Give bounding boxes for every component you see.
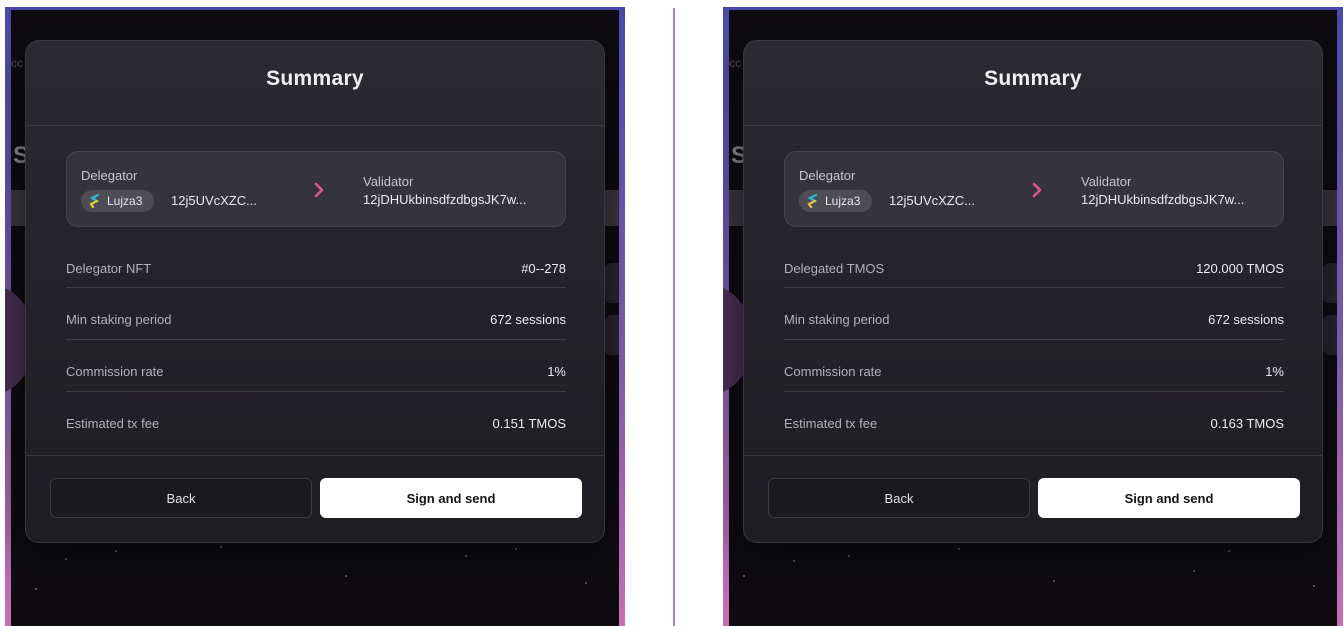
star: [793, 560, 795, 562]
modal-header-divider: [744, 125, 1322, 126]
background-side-tab: [1323, 315, 1337, 355]
modal-title: Summary: [984, 67, 1082, 90]
validator-label: Validator: [363, 174, 414, 189]
star: [515, 548, 517, 550]
back-button[interactable]: Back: [768, 478, 1030, 518]
row-divider: [66, 391, 566, 392]
summary-row: Delegated TMOS 120.000 TMOS: [784, 255, 1284, 285]
chevron-right-icon: [1032, 182, 1042, 198]
summary-row: Delegator NFT #0--278: [66, 255, 566, 285]
validator-label: Validator: [1081, 174, 1132, 189]
row-divider: [66, 287, 566, 288]
row-label: Estimated tx fee: [66, 416, 160, 431]
summary-modal: Summary Delegator Lujza3 12j5UVcXZC... V…: [25, 40, 605, 543]
row-label: Commission rate: [66, 364, 164, 379]
panel-divider: [673, 8, 675, 626]
star: [115, 550, 117, 552]
star: [465, 555, 467, 557]
account-name: Lujza3: [825, 194, 861, 208]
account-pill: Lujza3: [799, 190, 873, 212]
row-value: 120.000 TMOS: [1196, 261, 1284, 276]
star: [743, 575, 745, 577]
star: [65, 558, 67, 560]
modal-footer-divider: [26, 455, 604, 456]
row-label: Min staking period: [66, 312, 172, 327]
screenshot-panel-right: cc nf S Summary Delegator Lujza3 12j5UVc…: [723, 7, 1343, 626]
modal-title: Summary: [266, 67, 364, 90]
row-label: Delegator NFT: [66, 261, 152, 276]
row-divider: [784, 391, 1284, 392]
row-label: Commission rate: [784, 364, 882, 379]
token-logo-icon: [89, 194, 100, 208]
summary-row: Min staking period 672 sessions: [66, 306, 566, 336]
star: [1228, 550, 1230, 552]
delegator-label: Delegator: [81, 168, 138, 183]
validator-address: 12jDHUkbinsdfzdbgsJK7w...: [363, 192, 527, 207]
delegator-address: 12j5UVcXZC...: [889, 193, 975, 208]
star: [958, 548, 960, 550]
summary-row: Estimated tx fee 0.163 TMOS: [784, 410, 1284, 440]
row-value: #0--278: [521, 261, 566, 276]
token-logo-icon: [807, 194, 818, 208]
row-divider: [66, 339, 566, 340]
star: [1053, 580, 1055, 582]
summary-row: Commission rate 1%: [66, 358, 566, 388]
delegator-label: Delegator: [799, 168, 856, 183]
background-partial-label: cc: [11, 56, 23, 70]
row-label: Estimated tx fee: [784, 416, 878, 431]
background-side-tab: [605, 315, 619, 355]
summary-row: Min staking period 672 sessions: [784, 306, 1284, 336]
modal-header-divider: [26, 125, 604, 126]
star: [585, 582, 587, 584]
row-divider: [784, 287, 1284, 288]
background-side-tab: [1323, 263, 1337, 303]
summary-row: Estimated tx fee 0.151 TMOS: [66, 410, 566, 440]
row-value: 0.151 TMOS: [492, 416, 566, 431]
row-value: 1%: [1265, 364, 1284, 379]
summary-row: Commission rate 1%: [784, 358, 1284, 388]
delegator-validator-card: Delegator Lujza3 12j5UVcXZC... Validator…: [784, 151, 1284, 227]
star: [1313, 585, 1315, 587]
validator-address: 12jDHUkbinsdfzdbgsJK7w...: [1081, 192, 1245, 207]
star: [1193, 570, 1195, 572]
star: [848, 555, 850, 557]
modal-footer-divider: [744, 455, 1322, 456]
row-value: 1%: [547, 364, 566, 379]
star: [345, 575, 347, 577]
account-name: Lujza3: [107, 194, 143, 208]
sign-and-send-button[interactable]: Sign and send: [320, 478, 582, 518]
delegator-validator-card: Delegator Lujza3 12j5UVcXZC... Validator…: [66, 151, 566, 227]
row-value: 672 sessions: [1208, 312, 1284, 327]
chevron-right-icon: [314, 182, 324, 198]
background-side-tab: [605, 263, 619, 303]
delegator-address: 12j5UVcXZC...: [171, 193, 257, 208]
row-value: 0.163 TMOS: [1210, 416, 1284, 431]
row-label: Min staking period: [784, 312, 890, 327]
row-label: Delegated TMOS: [784, 261, 885, 276]
row-value: 672 sessions: [490, 312, 566, 327]
screenshot-panel-left: cc S Summary Delegator Lujza3 12j5UVcXZC…: [5, 7, 625, 626]
back-button[interactable]: Back: [50, 478, 312, 518]
account-pill: Lujza3: [81, 190, 155, 212]
sign-and-send-button[interactable]: Sign and send: [1038, 478, 1300, 518]
background-partial-label: cc: [729, 56, 741, 70]
star: [35, 588, 37, 590]
row-divider: [784, 339, 1284, 340]
summary-modal: Summary Delegator Lujza3 12j5UVcXZC... V…: [743, 40, 1323, 543]
star: [220, 546, 222, 548]
